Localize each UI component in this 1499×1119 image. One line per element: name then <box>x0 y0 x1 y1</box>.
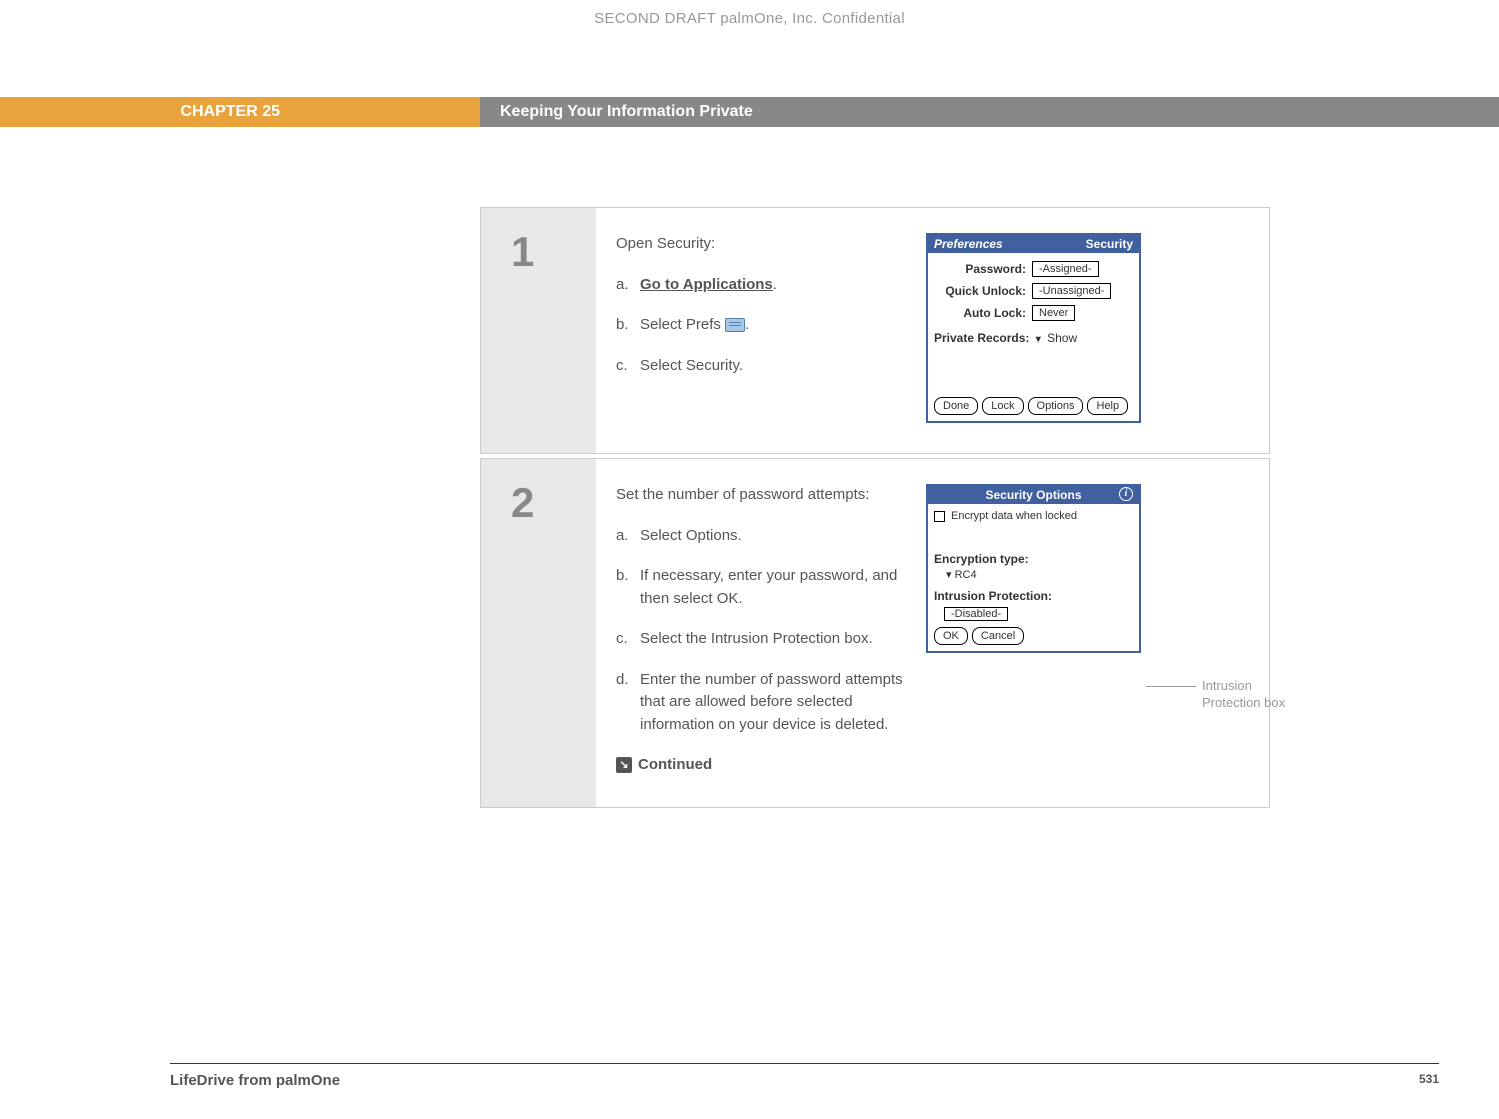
palm1-options-button: Options <box>1028 397 1084 415</box>
palm1-title-left: Preferences <box>934 237 1003 251</box>
palm2-title: Security Options <box>985 488 1081 502</box>
intrusion-callout: Intrusion Protection box <box>1146 678 1306 712</box>
continued-marker: ↘Continued <box>616 754 916 777</box>
step-2-number: 2 <box>511 479 596 527</box>
palm1-lock-button: Lock <box>982 397 1023 415</box>
step-2-intro: Set the number of password attempts: <box>616 484 916 507</box>
palm2-enctype-value: RC4 <box>955 569 977 581</box>
palm2-ok-button: OK <box>934 627 968 645</box>
draft-header: SECOND DRAFT palmOne, Inc. Confidential <box>0 10 1499 27</box>
palm1-title-right: Security <box>1086 237 1133 251</box>
step-1c: c. Select Security. <box>616 355 916 378</box>
palm-security-options-screenshot: Security Options i Encrypt data when loc… <box>926 484 1141 653</box>
dropdown-arrow-icon: ▾ <box>946 569 952 581</box>
palm2-intrusion-label: Intrusion Protection: <box>934 589 1133 603</box>
palm2-enctype-label: Encryption type: <box>934 552 1133 566</box>
palm2-intrusion-value: -Disabled- <box>944 607 1008 621</box>
step-1-number: 1 <box>511 228 596 276</box>
dropdown-arrow-icon: ▾ <box>1036 334 1041 345</box>
step-2-block: 2 Set the number of password attempts: a… <box>480 458 1270 808</box>
chapter-title: Keeping Your Information Private <box>480 97 1499 127</box>
palm1-quick-value: -Unassigned- <box>1032 283 1111 299</box>
page-footer: LifeDrive from palmOne 531 <box>170 1063 1439 1089</box>
palm1-private-value: Show <box>1047 331 1077 345</box>
palm1-help-button: Help <box>1087 397 1128 415</box>
go-to-applications-link[interactable]: Go to Applications <box>640 276 773 293</box>
palm1-quick-label: Quick Unlock: <box>934 284 1026 298</box>
step-1-intro: Open Security: <box>616 233 916 256</box>
step-2d: d. Enter the number of password attempts… <box>616 669 916 737</box>
footer-page-number: 531 <box>1419 1072 1439 1089</box>
palm-preferences-screenshot: Preferences Security Password: -Assigned… <box>926 233 1141 423</box>
palm1-auto-value: Never <box>1032 305 1075 321</box>
chapter-bar: CHAPTER 25 Keeping Your Information Priv… <box>0 97 1499 127</box>
info-icon: i <box>1119 487 1133 501</box>
palm1-done-button: Done <box>934 397 978 415</box>
chapter-label: CHAPTER 25 <box>0 97 480 127</box>
continued-arrow-icon: ↘ <box>616 757 632 773</box>
palm2-encrypt-label: Encrypt data when locked <box>951 510 1077 522</box>
palm1-password-label: Password: <box>934 262 1026 276</box>
step-2c: c. Select the Intrusion Protection box. <box>616 628 916 651</box>
palm1-password-value: -Assigned- <box>1032 261 1099 277</box>
step-2b: b. If necessary, enter your password, an… <box>616 565 916 610</box>
step-1b: b. Select Prefs . <box>616 314 916 337</box>
prefs-icon <box>725 318 745 332</box>
encrypt-checkbox <box>934 511 945 522</box>
step-2a: a. Select Options. <box>616 525 916 548</box>
palm1-auto-label: Auto Lock: <box>934 306 1026 320</box>
step-1-block: 1 Open Security: a. Go to Applications. … <box>480 207 1270 454</box>
footer-product: LifeDrive from palmOne <box>170 1072 340 1089</box>
callout-text: Intrusion Protection box <box>1196 678 1306 712</box>
palm1-private-label: Private Records: <box>934 331 1029 345</box>
step-1a: a. Go to Applications. <box>616 274 916 297</box>
palm2-cancel-button: Cancel <box>972 627 1024 645</box>
